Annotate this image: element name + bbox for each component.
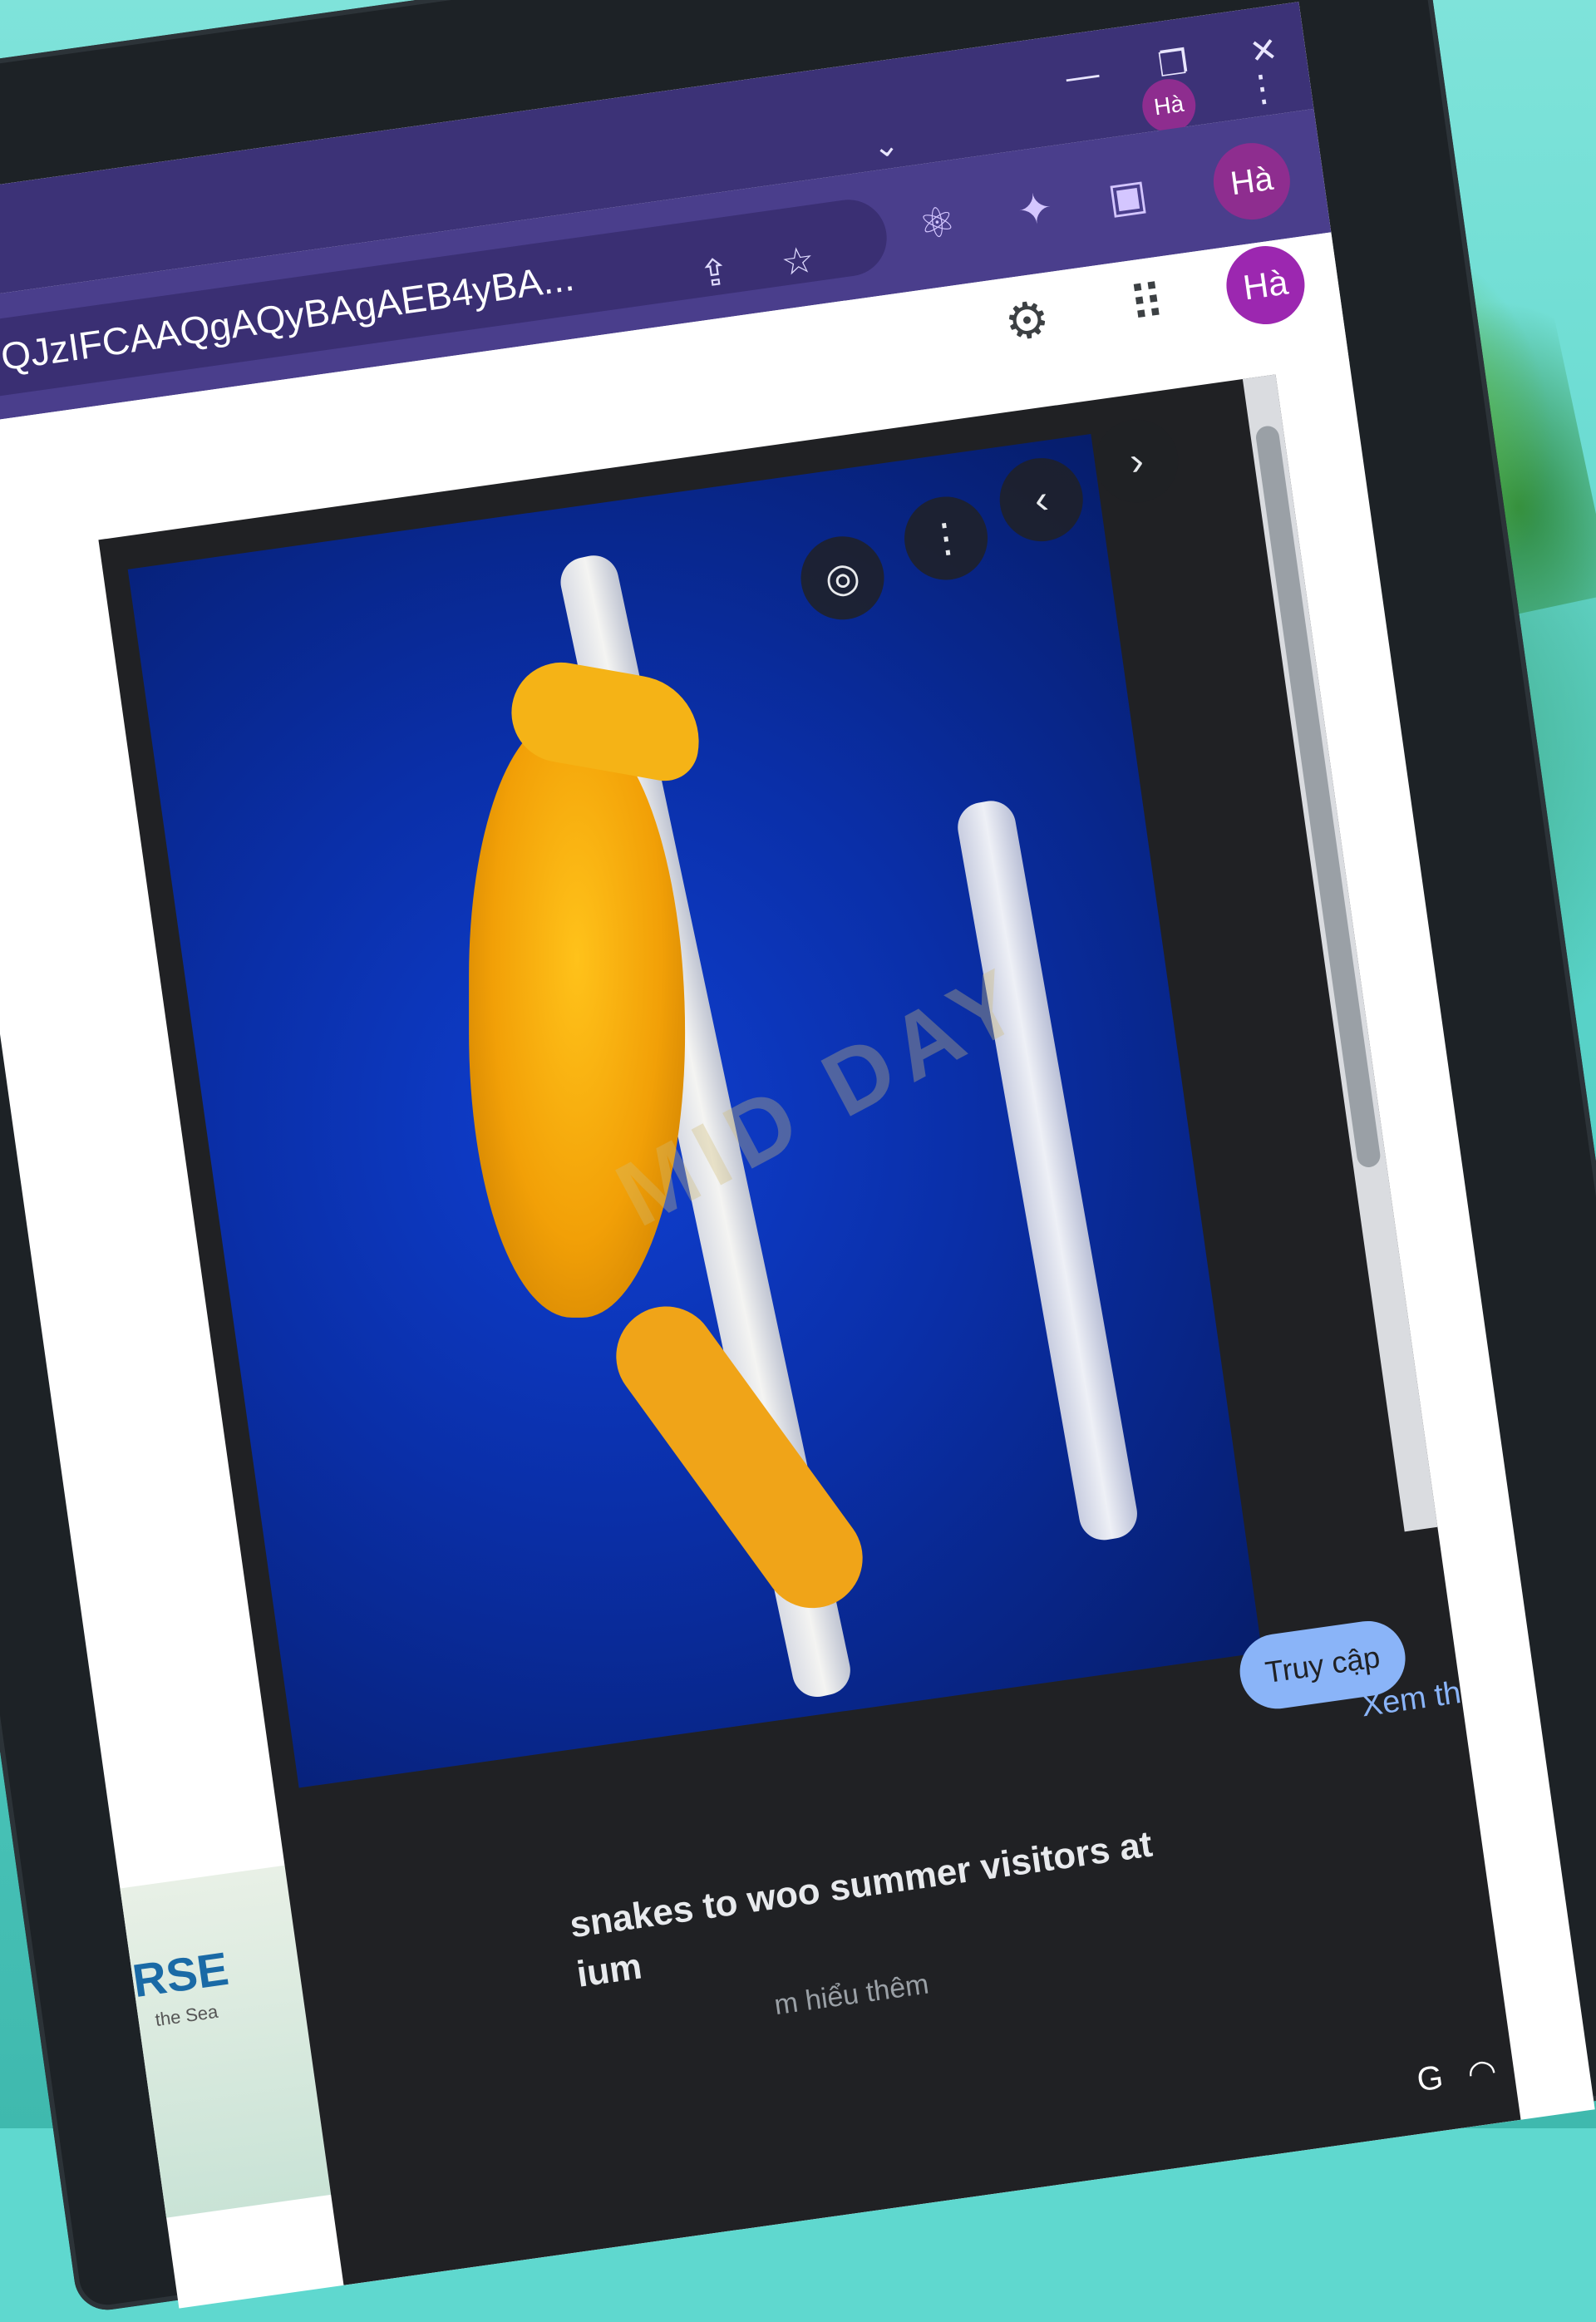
tab-search-icon[interactable]: ⌄ <box>870 126 902 166</box>
settings-gear-icon[interactable]: ⚙ <box>1001 289 1053 353</box>
bookmark-star-icon[interactable]: ☆ <box>776 222 820 303</box>
share-icon[interactable]: ⇪ <box>694 234 735 313</box>
learn-more-link[interactable]: m hiểu thêm <box>772 1969 931 2023</box>
next-image-icon[interactable]: › <box>1089 414 1184 509</box>
browser-menu-icon[interactable]: ⋮ <box>1241 65 1283 112</box>
react-devtools-icon[interactable]: ⚛ <box>915 196 959 249</box>
google-account-avatar[interactable]: Hà <box>1221 240 1310 330</box>
minimize-icon[interactable]: — <box>1063 56 1101 98</box>
coral-branch <box>953 796 1141 1545</box>
wifi-icon[interactable]: ◠ <box>1465 2051 1500 2093</box>
viewer-scrollbar[interactable] <box>1242 374 1438 1532</box>
seahorse-photo[interactable]: MID DAY <box>127 434 1263 1788</box>
laptop-screen: ⌄ — ❐ ✕ Hà ⋮ CCMQJzIFCAAQgAQyBAgAEB4yBA.… <box>0 2 1595 2309</box>
extensions-puzzle-icon[interactable]: ✦ <box>1014 183 1056 235</box>
language-indicator[interactable]: G <box>1415 2059 1446 2101</box>
google-apps-icon[interactable]: ⠿ <box>1126 273 1169 333</box>
volume-icon[interactable]: ◁ <box>1519 2044 1549 2086</box>
image-viewer-panel: MID DAY ◎ ⋮ ‹ › Truy cập Xem th snakes t… <box>98 374 1521 2285</box>
laptop-bezel: ⌄ — ❐ ✕ Hà ⋮ CCMQJzIFCAAQgAQyBAgAEB4yBA.… <box>0 0 1596 2315</box>
scrollbar-thumb[interactable] <box>1254 424 1382 1169</box>
toolbar-profile-avatar[interactable]: Hà <box>1208 138 1295 225</box>
side-panel-icon[interactable]: ▣ <box>1105 170 1150 223</box>
image-caption[interactable]: snakes to woo summer visitors at ium <box>567 1797 1322 2000</box>
